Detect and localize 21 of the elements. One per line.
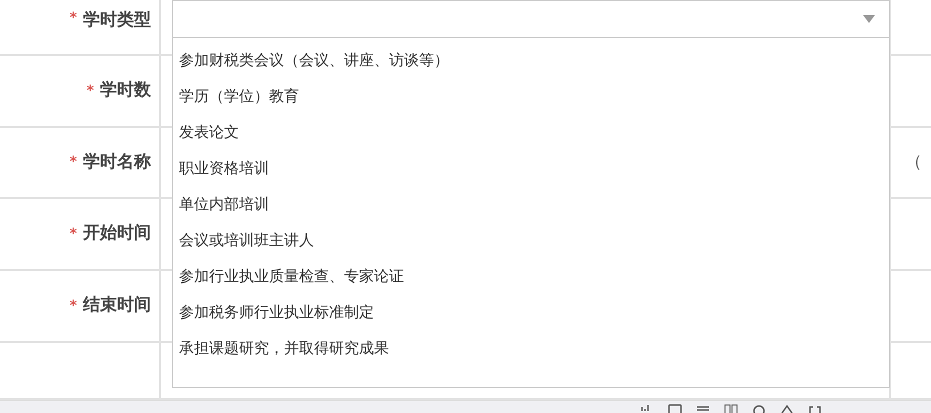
dropdown-option[interactable]: 参加行业执业质量检查、专家论证 [173, 258, 889, 294]
dropdown-option[interactable]: 承担课题研究，并取得研究成果 [173, 330, 889, 366]
dropdown-option[interactable]: 单位内部培训 [173, 186, 889, 222]
required-mark: * [70, 224, 77, 244]
field-label: 开始时间 [83, 222, 151, 246]
field-label: 学时名称 [83, 150, 151, 174]
field-label: 结束时间 [83, 294, 151, 318]
required-mark: * [70, 9, 77, 28]
caret-icon [863, 15, 875, 23]
dropdown-option[interactable]: 参加税务师行业执业标准制定 [173, 294, 889, 330]
required-mark: * [86, 82, 94, 100]
dropdown-option[interactable]: 会议或培训班主讲人 [173, 222, 889, 258]
field-text: （ [905, 150, 922, 174]
field-label: 学时类型 [83, 9, 151, 32]
required-mark: * [70, 153, 77, 172]
dropdown-option[interactable]: 职业资格培训 [173, 150, 889, 186]
dropdown-option[interactable]: 发表论文 [173, 114, 889, 150]
required-mark: * [70, 296, 77, 316]
dropdown-option[interactable]: 学历（学位）教育 [173, 78, 889, 114]
dropdown-option[interactable]: 参加财税类会议（会议、讲座、访谈等） [173, 42, 889, 78]
field-label: 学时数 [100, 79, 151, 102]
